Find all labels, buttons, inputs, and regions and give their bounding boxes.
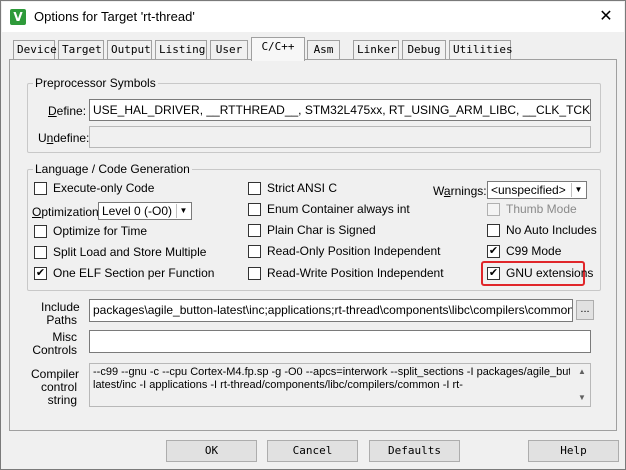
tab-user[interactable]: User <box>210 40 248 59</box>
misc-label-line1: Misc <box>52 330 77 344</box>
compiler-line1: --c99 --gnu -c --cpu Cortex-M4.fp.sp -g … <box>93 366 570 378</box>
optimize-time-checkbox[interactable]: Optimize for Time <box>34 224 234 240</box>
options-dialog: V Options for Target 'rt-thread' ✕ Devic… <box>0 0 626 470</box>
enum-container-label: Enum Container always int <box>267 202 410 216</box>
no-auto-includes-checkbox[interactable]: No Auto Includes <box>487 223 597 239</box>
gnu-extensions-label: GNU extensions <box>506 266 594 280</box>
c99-mode-checkbox[interactable]: ✔ C99 Mode <box>487 244 597 260</box>
warnings-select[interactable]: <unspecified> ▼ <box>487 181 587 199</box>
execute-only-checkbox[interactable]: Execute-only Code <box>34 181 234 197</box>
undefine-label: Undefine: <box>38 131 90 145</box>
tab-device[interactable]: Device <box>13 40 57 59</box>
ro-pi-label: Read-Only Position Independent <box>267 244 441 258</box>
tab-utilities[interactable]: Utilities <box>449 40 513 59</box>
plain-char-box[interactable] <box>248 224 261 237</box>
rw-pi-checkbox[interactable]: Read-Write Position Independent <box>248 266 444 282</box>
thumb-mode-box[interactable] <box>487 203 500 216</box>
include-browse-button[interactable]: ... <box>576 300 594 320</box>
compiler-label-line2: control <box>40 380 77 394</box>
close-icon[interactable]: ✕ <box>594 5 618 29</box>
one-elf-checkbox[interactable]: ✔ One ELF Section per Function <box>34 266 234 282</box>
ok-button[interactable]: OK <box>166 440 257 462</box>
tab-listing[interactable]: Listing <box>155 40 207 59</box>
preprocessor-group-label: Preprocessor Symbols <box>33 76 158 90</box>
strict-ansi-checkbox[interactable]: Strict ANSI C <box>248 181 438 197</box>
enum-container-box[interactable] <box>248 203 261 216</box>
rw-pi-label: Read-Write Position Independent <box>267 266 444 280</box>
language-group-label: Language / Code Generation <box>33 162 192 176</box>
enum-container-checkbox[interactable]: Enum Container always int <box>248 202 438 218</box>
gnu-extensions-checkbox[interactable]: ✔ GNU extensions <box>487 266 593 282</box>
misc-controls-input[interactable] <box>89 330 591 353</box>
misc-label-line2: Controls <box>32 343 77 357</box>
chevron-down-icon[interactable]: ▼ <box>571 183 585 197</box>
keil-app-icon: V <box>10 9 26 25</box>
ro-pi-box[interactable] <box>248 245 261 258</box>
cancel-button[interactable]: Cancel <box>267 440 358 462</box>
tab-output[interactable]: Output <box>107 40 152 59</box>
compiler-control-string: --c99 --gnu -c --cpu Cortex-M4.fp.sp -g … <box>89 363 591 407</box>
plain-char-label: Plain Char is Signed <box>267 223 376 237</box>
check-icon[interactable]: ✔ <box>487 245 500 258</box>
c99-mode-label: C99 Mode <box>506 244 562 258</box>
compiler-line2: latest/inc -I applications -I rt-thread/… <box>93 379 463 391</box>
include-label-line1: Include <box>41 300 80 314</box>
warnings-label: Warnings: <box>433 184 487 198</box>
tab-debug[interactable]: Debug <box>402 40 446 59</box>
ro-pi-checkbox[interactable]: Read-Only Position Independent <box>248 244 441 260</box>
compiler-label-line3: string <box>47 393 77 407</box>
no-auto-includes-label: No Auto Includes <box>506 223 597 237</box>
optimize-time-box[interactable] <box>34 225 47 238</box>
title-bar: V Options for Target 'rt-thread' ✕ <box>2 2 624 32</box>
strict-ansi-label: Strict ANSI C <box>267 181 338 195</box>
undefine-input[interactable] <box>89 126 591 148</box>
compiler-label-line1: Compiler <box>31 367 80 381</box>
execute-only-label: Execute-only Code <box>53 181 155 195</box>
scroll-down-icon[interactable]: ▼ <box>574 391 590 405</box>
optimize-time-label: Optimize for Time <box>53 224 148 238</box>
include-label-line2: Paths <box>46 313 77 327</box>
check-icon[interactable]: ✔ <box>34 267 47 280</box>
defaults-button[interactable]: Defaults <box>369 440 460 462</box>
define-input[interactable]: USE_HAL_DRIVER, __RTTHREAD__, STM32L475x… <box>89 99 591 121</box>
execute-only-box[interactable] <box>34 182 47 195</box>
split-load-checkbox[interactable]: Split Load and Store Multiple <box>34 245 234 261</box>
warnings-value: <unspecified> <box>491 183 566 197</box>
help-button[interactable]: Help <box>528 440 619 462</box>
tab-asm[interactable]: Asm <box>307 40 340 59</box>
scroll-up-icon[interactable]: ▲ <box>574 365 590 379</box>
tab-target[interactable]: Target <box>58 40 104 59</box>
thumb-mode-label: Thumb Mode <box>506 202 577 216</box>
dialog-title: Options for Target 'rt-thread' <box>34 9 195 24</box>
include-paths-input[interactable]: packages\agile_button-latest\inc;applica… <box>89 299 573 322</box>
optimization-select[interactable]: Level 0 (-O0) ▼ <box>98 202 192 220</box>
one-elf-label: One ELF Section per Function <box>53 266 215 280</box>
define-label: Define: <box>48 104 87 118</box>
thumb-mode-checkbox[interactable]: Thumb Mode <box>487 202 597 218</box>
strict-ansi-box[interactable] <box>248 182 261 195</box>
rw-pi-box[interactable] <box>248 267 261 280</box>
tab-cc[interactable]: C/C++ <box>251 37 305 61</box>
optimization-value: Level 0 (-O0) <box>102 204 173 218</box>
tab-linker[interactable]: Linker <box>353 40 399 59</box>
compiler-scrollbar[interactable]: ▲ ▼ <box>574 364 590 406</box>
check-icon[interactable]: ✔ <box>487 267 500 280</box>
split-load-box[interactable] <box>34 246 47 259</box>
split-load-label: Split Load and Store Multiple <box>53 245 207 259</box>
no-auto-includes-box[interactable] <box>487 224 500 237</box>
chevron-down-icon[interactable]: ▼ <box>176 204 190 218</box>
optimization-label: Optimization: <box>32 205 103 219</box>
plain-char-checkbox[interactable]: Plain Char is Signed <box>248 223 438 239</box>
